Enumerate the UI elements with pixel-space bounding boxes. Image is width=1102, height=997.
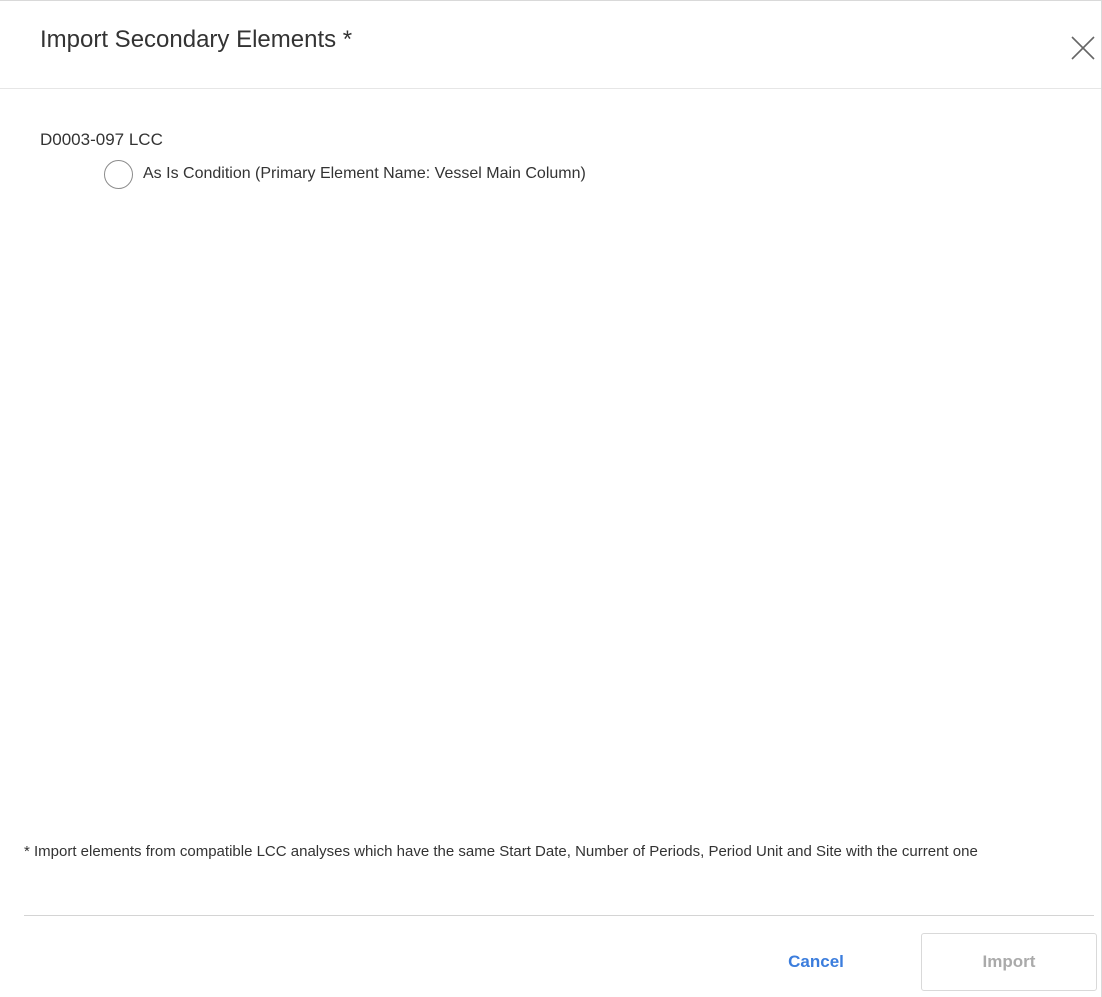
element-option-as-is-condition[interactable]: As Is Condition (Primary Element Name: V…: [104, 159, 586, 189]
cancel-button[interactable]: Cancel: [760, 936, 872, 988]
close-icon: [1071, 36, 1095, 60]
import-secondary-elements-dialog: Import Secondary Elements * D0003-097 LC…: [0, 0, 1102, 997]
option-label: As Is Condition (Primary Element Name: V…: [143, 165, 586, 182]
dialog-header: Import Secondary Elements *: [0, 1, 1101, 89]
dialog-title: Import Secondary Elements *: [40, 26, 353, 53]
import-button[interactable]: Import: [921, 933, 1097, 991]
compatibility-footnote: * Import elements from compatible LCC an…: [24, 843, 978, 860]
analysis-name: D0003-097 LCC: [40, 130, 163, 149]
footer-divider: [24, 915, 1094, 916]
close-button[interactable]: [1066, 33, 1100, 63]
radio-button[interactable]: [104, 159, 133, 189]
